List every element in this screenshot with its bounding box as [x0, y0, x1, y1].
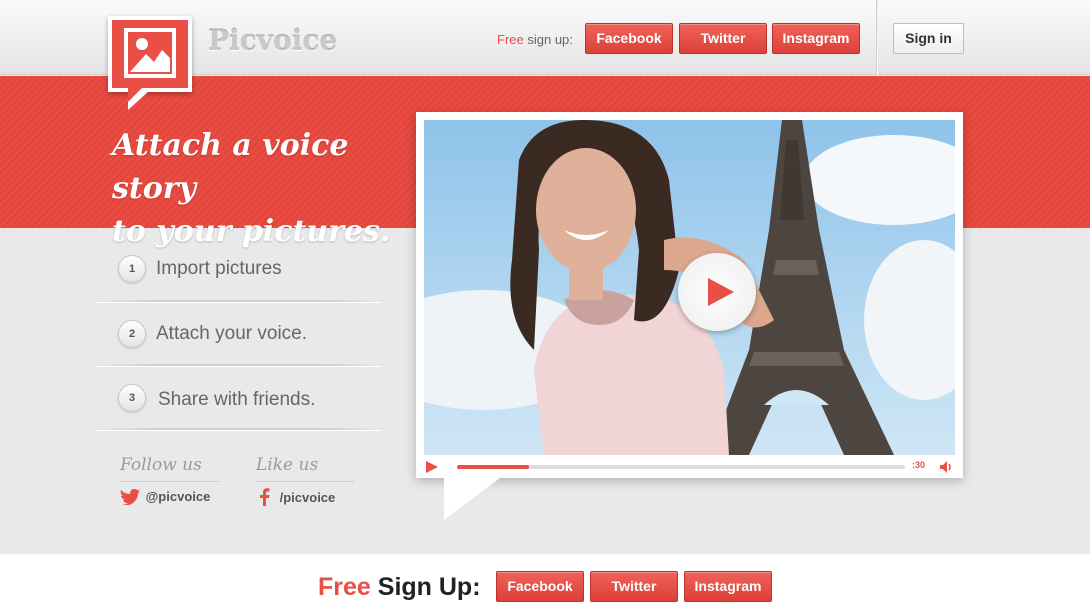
volume-icon[interactable] [940, 461, 954, 473]
header-signup-text: sign up: [527, 32, 573, 47]
play-icon[interactable] [426, 461, 438, 473]
step-number: 2 [118, 320, 146, 348]
tagline-line-1: Attach a voice story [112, 128, 349, 206]
logo-tail-inner [128, 88, 142, 102]
step-attach: 2 Attach your voice. [118, 320, 378, 350]
twitter-link[interactable]: @picvoice [120, 488, 211, 506]
logo-badge[interactable] [108, 16, 192, 110]
time-display: :30 [912, 460, 926, 470]
signin-button[interactable]: Sign in [893, 23, 964, 54]
step-label: Import pictures [156, 258, 282, 279]
step-label: Share with friends. [158, 389, 316, 410]
footer-facebook-button[interactable]: Facebook [496, 571, 584, 602]
like-us-label: Like us [256, 455, 319, 475]
facebook-handle: /picvoice [279, 489, 336, 505]
header-divider [876, 0, 878, 75]
twitter-handle: @picvoice [145, 489, 211, 505]
header-signup-label: Free sign up: [497, 32, 573, 47]
footer-signup-label: Free Sign Up: [318, 573, 481, 602]
header-twitter-button[interactable]: Twitter [679, 23, 767, 54]
header-free-text: Free [497, 32, 524, 47]
facebook-f-icon [260, 488, 270, 506]
step-import: 1 Import pictures [118, 255, 378, 285]
progress-bar[interactable] [457, 465, 905, 469]
header-instagram-button[interactable]: Instagram [772, 23, 860, 54]
brand-name: Picvoice [208, 24, 338, 57]
video-card-tail [444, 478, 500, 520]
like-divider [256, 481, 354, 482]
player-controls: :30 [424, 455, 955, 478]
step-divider [96, 364, 381, 366]
footer-signup-text: Sign Up: [377, 573, 481, 601]
twitter-bird-icon [120, 488, 141, 506]
progress-fill [457, 465, 529, 469]
step-share: 3 Share with friends. [118, 384, 378, 414]
header-facebook-button[interactable]: Facebook [585, 23, 673, 54]
footer-instagram-button[interactable]: Instagram [684, 571, 772, 602]
tagline-line-2: to your pictures. [112, 214, 391, 249]
step-label: Attach your voice. [156, 323, 308, 344]
step-divider [96, 428, 381, 430]
step-divider [96, 300, 381, 302]
footer-free-text: Free [318, 573, 371, 601]
step-number: 3 [118, 384, 146, 412]
step-number: 1 [118, 255, 146, 283]
hero-tagline: Attach a voice story to your pictures. [112, 124, 412, 253]
footer-twitter-button[interactable]: Twitter [590, 571, 678, 602]
video-thumbnail[interactable] [424, 120, 955, 455]
follow-us-label: Follow us [120, 455, 202, 475]
picture-icon [124, 28, 176, 78]
follow-divider [120, 481, 219, 482]
play-overlay-button[interactable] [678, 253, 756, 331]
facebook-link[interactable]: /picvoice [260, 488, 335, 506]
video-player-card: :30 [416, 112, 963, 520]
